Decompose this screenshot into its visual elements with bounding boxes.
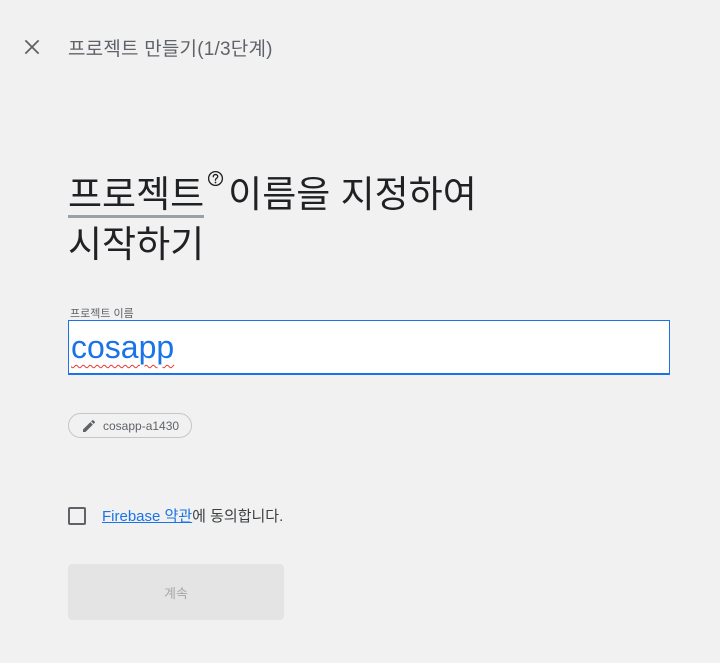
page-title: 프로젝트 만들기(1/3단계) <box>68 39 273 60</box>
help-circle-icon[interactable] <box>207 170 224 187</box>
project-term[interactable]: 프로젝트 <box>68 170 224 220</box>
project-name-label: 프로젝트 이름 <box>70 308 134 320</box>
continue-button[interactable]: 계속 <box>68 564 284 620</box>
project-name-input[interactable]: cosapp <box>68 320 670 375</box>
close-button[interactable] <box>18 33 46 61</box>
project-id-chip[interactable]: cosapp-a1430 <box>68 413 193 438</box>
terms-text: Firebase 약관에 동의합니다. <box>102 505 283 526</box>
heading-line2: 시작하기 <box>68 224 205 265</box>
terms-suffix: 에 동의합니다. <box>192 508 284 525</box>
main-heading: 프로젝트 이름을 지정하여 시작하기 <box>68 170 588 270</box>
terms-row: Firebase 약관에 동의합니다. <box>68 505 283 526</box>
pencil-icon <box>83 419 96 432</box>
terms-checkbox[interactable] <box>68 506 86 525</box>
terms-link[interactable]: Firebase 약관 <box>102 508 192 525</box>
project-name-value[interactable]: cosapp <box>71 327 174 367</box>
project-id-value: cosapp-a1430 <box>103 418 180 433</box>
close-icon <box>24 39 40 55</box>
top-bar: 프로젝트 만들기(1/3단계) <box>0 0 720 96</box>
heading-line1-rest: 이름을 지정하여 <box>228 174 477 215</box>
project-term-label: 프로젝트 <box>68 176 205 218</box>
